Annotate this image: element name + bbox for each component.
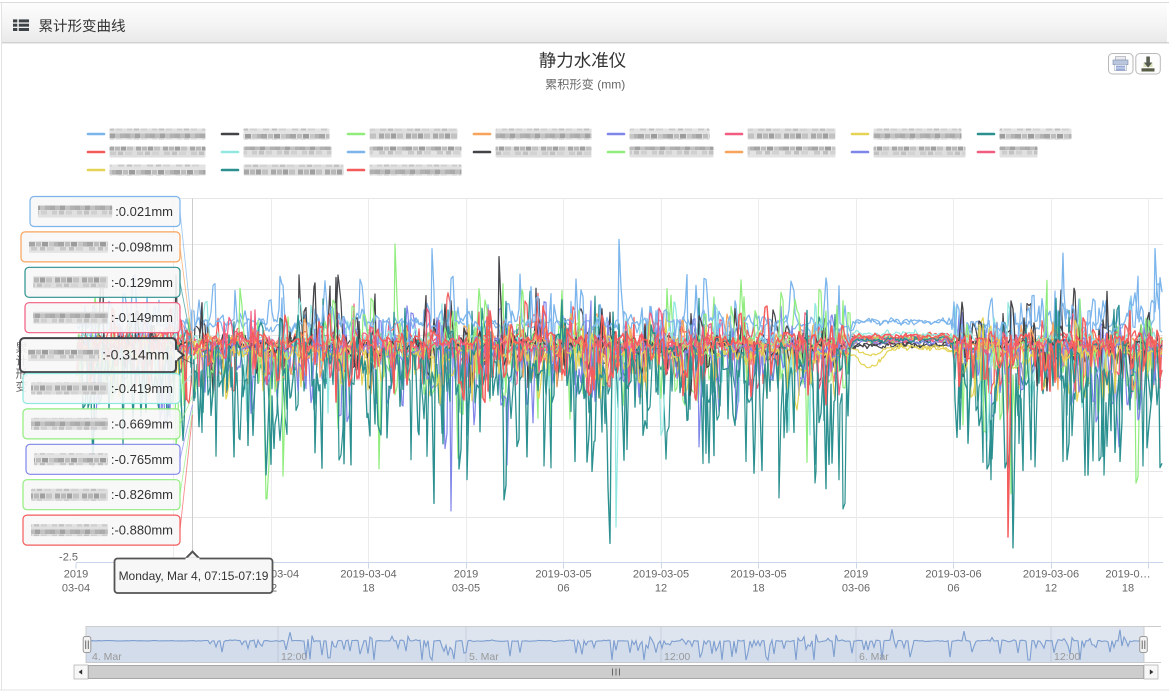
svg-text:2019-03-05: 2019-03-05	[535, 569, 591, 581]
svg-text::-0.149mm: :-0.149mm	[111, 310, 173, 325]
svg-text::-0.765mm: :-0.765mm	[111, 452, 173, 467]
svg-text:6. Mar: 6. Mar	[859, 651, 889, 663]
svg-text:2019: 2019	[844, 569, 868, 581]
svg-text::-0.880mm: :-0.880mm	[111, 523, 173, 538]
svg-text:06: 06	[947, 583, 959, 595]
svg-text:18: 18	[1122, 583, 1134, 595]
svg-text::-0.129mm: :-0.129mm	[111, 275, 173, 290]
svg-text:06: 06	[557, 583, 569, 595]
svg-text::-0.669mm: :-0.669mm	[111, 416, 173, 431]
svg-text:12:00: 12:00	[664, 651, 690, 663]
svg-text::-0.098mm: :-0.098mm	[111, 239, 173, 254]
svg-text:5. Mar: 5. Mar	[469, 651, 499, 663]
svg-text:(mm): (mm)	[597, 78, 625, 92]
svg-text:12: 12	[1045, 583, 1057, 595]
svg-text::-0.419mm: :-0.419mm	[111, 381, 173, 396]
svg-text::-0.826mm: :-0.826mm	[111, 487, 173, 502]
svg-text:2019-03-06: 2019-03-06	[925, 569, 981, 581]
svg-text:2019: 2019	[454, 569, 478, 581]
svg-text:12:00: 12:00	[1054, 651, 1080, 663]
svg-text:2019-03-06: 2019-03-06	[1023, 569, 1079, 581]
svg-text:2019-03-04: 2019-03-04	[340, 569, 396, 581]
svg-text:12:00: 12:00	[281, 651, 307, 663]
svg-text:03-04: 03-04	[62, 583, 90, 595]
svg-text::0.021mm: :0.021mm	[115, 204, 173, 219]
svg-text:-2.5: -2.5	[59, 552, 78, 564]
svg-text::-0.314mm: :-0.314mm	[102, 347, 169, 363]
svg-text:4. Mar: 4. Mar	[92, 651, 122, 663]
svg-text:03-06: 03-06	[842, 583, 870, 595]
svg-text:2019: 2019	[64, 569, 88, 581]
svg-text:2019-03-05: 2019-03-05	[730, 569, 786, 581]
svg-text:18: 18	[362, 583, 374, 595]
svg-text:12: 12	[655, 583, 667, 595]
svg-text:2019-03-05: 2019-03-05	[633, 569, 689, 581]
svg-text:18: 18	[752, 583, 764, 595]
svg-text:2019-0…: 2019-0…	[1105, 569, 1150, 581]
svg-text:Monday, Mar 4, 07:15-07:19: Monday, Mar 4, 07:15-07:19	[119, 569, 269, 583]
svg-text:03-05: 03-05	[452, 583, 480, 595]
